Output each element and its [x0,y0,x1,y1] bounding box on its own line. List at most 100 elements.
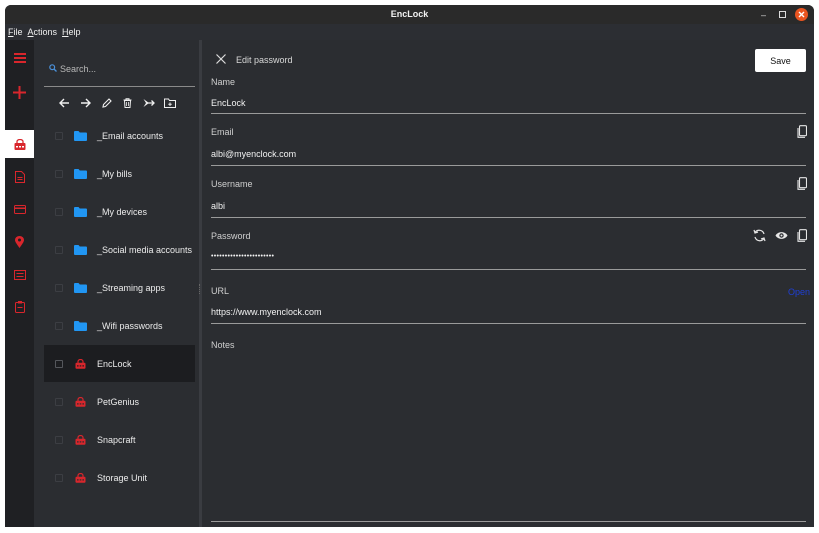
name-underline [211,113,806,114]
item-label: _My devices [97,206,148,217]
copy-icon [797,228,807,242]
name-label: Name [211,77,236,87]
item-label: Snapcraft [97,434,136,445]
copy-password-button[interactable] [795,228,809,242]
add-icon [13,85,26,99]
list-item[interactable]: Storage Unit [44,459,195,496]
back-button[interactable] [54,95,75,111]
forward-button[interactable] [75,95,96,111]
open-url-link[interactable]: Open [788,287,810,297]
generate-password-button[interactable] [752,228,766,242]
list-item[interactable]: _My devices [44,193,195,230]
rail-locations[interactable] [5,228,34,256]
notes-underline [211,521,806,522]
title-bar: EncLock – [5,5,814,24]
folder-list-panel: _Email accounts _My bills _My devices _S… [34,40,199,527]
email-underline [211,165,806,166]
eye-icon [775,231,787,239]
list-item-selected[interactable]: EncLock [44,345,195,382]
username-field[interactable]: albi [211,201,806,216]
list-item[interactable]: _My bills [44,155,195,192]
email-label: Email [211,127,234,137]
copy-icon [797,124,807,138]
item-checkbox[interactable] [55,131,63,140]
item-label: PetGenius [97,396,140,407]
back-icon [59,98,69,108]
notes-label: Notes [211,340,235,350]
search-input[interactable] [60,62,190,76]
list-item[interactable]: _Social media accounts [44,231,195,268]
name-field[interactable]: EncLock [211,98,806,113]
url-label: URL [211,286,230,296]
copy-username-button[interactable] [795,176,809,190]
list-item[interactable]: _Wifi passwords [44,307,195,344]
copy-email-button[interactable] [795,124,809,138]
menu-icon [13,53,26,63]
rail-notes[interactable] [5,261,34,289]
rail-cards[interactable] [5,195,34,223]
folder-icon [73,129,87,143]
item-label: _Email accounts [97,130,164,141]
forward-icon [81,98,91,108]
item-checkbox[interactable] [55,321,63,330]
delete-button[interactable] [117,95,138,111]
item-checkbox[interactable] [55,359,63,368]
password-item-icon [73,395,87,409]
username-underline [211,217,806,218]
menu-actions[interactable]: Actions [28,27,58,37]
note-icon [13,270,26,280]
location-icon [15,236,24,248]
close-icon [798,11,805,18]
item-checkbox[interactable] [55,397,63,406]
item-label: _Wifi passwords [97,320,163,331]
edit-button[interactable] [96,95,117,111]
rail-documents[interactable] [5,163,34,191]
close-editor-button[interactable] [215,53,227,65]
item-label: EncLock [97,358,132,369]
editor-title: Edit password [236,55,293,65]
close-window-button[interactable] [795,8,808,21]
item-checkbox[interactable] [55,207,63,216]
password-item-icon [73,357,87,371]
clipboard-icon [14,301,25,313]
item-label: _Streaming apps [97,282,166,293]
new-folder-button[interactable] [159,95,180,111]
menu-help[interactable]: Help [62,27,81,37]
item-checkbox[interactable] [55,435,63,444]
rail-add-button[interactable] [5,78,34,106]
notes-field[interactable] [211,358,806,518]
show-password-button[interactable] [774,228,788,242]
url-field[interactable]: https://www.myenclock.com [211,307,806,322]
email-field[interactable]: albi@myenclock.com [211,149,806,164]
password-icon [14,138,25,150]
item-label: Storage Unit [97,472,148,483]
password-field[interactable]: ••••••••••••••••••••••• [211,253,806,268]
url-underline [211,323,806,324]
item-checkbox[interactable] [55,473,63,482]
delete-icon [123,98,132,108]
item-checkbox[interactable] [55,245,63,254]
list-item[interactable]: PetGenius [44,383,195,420]
rail-menu-button[interactable] [5,44,34,72]
item-label: _My bills [97,168,133,179]
list-item[interactable]: _Email accounts [44,117,195,154]
item-checkbox[interactable] [55,283,63,292]
maximize-button[interactable] [776,8,789,21]
search-box [44,54,195,87]
folder-icon [73,281,87,295]
close-icon [216,54,226,64]
password-underline [211,269,806,270]
list-item[interactable]: Snapcraft [44,421,195,458]
rail-passwords[interactable] [5,130,34,158]
minimize-button[interactable]: – [757,8,770,21]
list-item[interactable]: _Streaming apps [44,269,195,306]
menu-file[interactable]: File [8,27,23,37]
rail-clipboard[interactable] [5,293,34,321]
save-button[interactable]: Save [755,49,806,72]
item-checkbox[interactable] [55,169,63,178]
list-toolbar [54,95,184,111]
folder-icon [73,243,87,257]
move-button[interactable] [138,95,159,111]
copy-icon [797,176,807,190]
password-label: Password [211,231,251,241]
